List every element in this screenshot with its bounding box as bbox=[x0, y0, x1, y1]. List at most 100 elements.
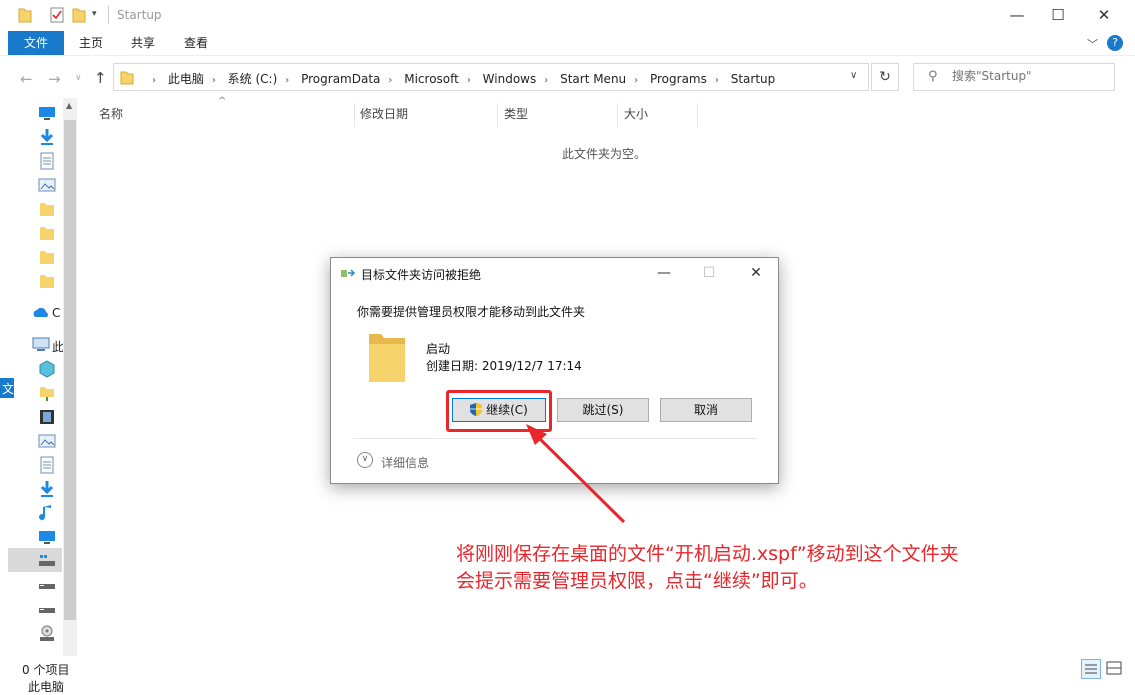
folder-icon[interactable] bbox=[38, 248, 56, 266]
scroll-up-icon[interactable]: ▲ bbox=[66, 101, 72, 110]
folder-icon[interactable] bbox=[38, 224, 56, 242]
address-bar[interactable]: › 此电脑 › 系统 (C:) › ProgramData › Microsoft › … bbox=[113, 63, 869, 91]
network-folder-icon[interactable] bbox=[38, 384, 56, 402]
folder-icon[interactable] bbox=[38, 272, 56, 290]
cancel-button[interactable]: 取消 bbox=[660, 398, 752, 422]
quick-access-dropdown-icon[interactable]: ▾ bbox=[92, 9, 97, 19]
onedrive-label[interactable]: C bbox=[52, 306, 60, 320]
empty-folder-message: 此文件夹为空。 bbox=[562, 147, 647, 161]
divider bbox=[354, 103, 355, 127]
crumb-this-pc[interactable]: 此电脑 bbox=[168, 72, 204, 86]
item-date: 创建日期: 2019/12/7 17:14 bbox=[426, 359, 582, 373]
maximize-button[interactable]: ☐ bbox=[1035, 0, 1081, 31]
back-arrow-icon[interactable]: ← bbox=[20, 70, 33, 88]
desktop-icon[interactable] bbox=[38, 104, 56, 122]
minimize-button[interactable]: — bbox=[994, 0, 1040, 31]
breadcrumb: › 此电脑 › 系统 (C:) › ProgramData › Microsoft › … bbox=[152, 72, 776, 86]
music-icon[interactable] bbox=[38, 504, 56, 522]
scrollbar-thumb[interactable] bbox=[64, 120, 76, 620]
details-view-icon bbox=[1085, 664, 1097, 674]
divider bbox=[353, 438, 757, 439]
expand-details-icon[interactable]: ∨ bbox=[357, 452, 373, 468]
properties-icon[interactable] bbox=[50, 7, 64, 23]
dvd-drive-icon[interactable] bbox=[38, 624, 56, 642]
move-file-icon bbox=[341, 269, 355, 277]
forward-arrow-icon[interactable]: → bbox=[48, 70, 61, 88]
highlight-box bbox=[446, 390, 552, 432]
search-box[interactable]: ⚲ bbox=[913, 63, 1115, 91]
dialog-close-button[interactable]: ✕ bbox=[736, 258, 776, 288]
navigation-pane: C 此 文 bbox=[0, 98, 64, 656]
access-denied-dialog: 目标文件夹访问被拒绝 — ☐ ✕ 你需要提供管理员权限才能移动到此文件夹 启动 … bbox=[330, 257, 779, 484]
item-name: 启动 bbox=[426, 342, 451, 356]
annotation-line-1: 将刚刚保存在桌面的文件“开机启动.xspf”移动到这个文件夹 bbox=[456, 543, 959, 565]
address-dropdown-icon[interactable]: ∨ bbox=[850, 70, 857, 81]
tab-file[interactable]: 文件 bbox=[8, 31, 65, 55]
documents-icon[interactable] bbox=[38, 152, 56, 170]
nav-pane-scrollbar[interactable]: ▲ bbox=[63, 98, 77, 656]
crumb-windows[interactable]: Windows bbox=[483, 72, 537, 86]
column-header-name[interactable]: 名称 bbox=[99, 105, 123, 127]
folder-icon[interactable] bbox=[18, 7, 32, 23]
annotation-line-2: 会提示需要管理员权限，点击“继续”即可。 bbox=[456, 570, 818, 592]
downloads-icon[interactable] bbox=[38, 128, 56, 146]
crumb-microsoft[interactable]: Microsoft bbox=[404, 72, 459, 86]
folder-icon bbox=[120, 71, 134, 85]
divider bbox=[697, 103, 698, 127]
sort-ascending-icon: ^ bbox=[218, 96, 227, 107]
column-header-modified[interactable]: 修改日期 bbox=[360, 105, 408, 127]
dialog-maximize-button: ☐ bbox=[702, 265, 716, 281]
pictures-icon[interactable] bbox=[38, 176, 56, 194]
pictures-icon[interactable] bbox=[38, 432, 56, 450]
close-button[interactable]: ✕ bbox=[1081, 0, 1127, 31]
recent-dropdown-icon[interactable]: ∨ bbox=[75, 73, 82, 83]
title-bar: ▾ Startup — ☐ ✕ bbox=[0, 0, 1135, 31]
help-icon[interactable]: ? bbox=[1107, 35, 1123, 51]
divider bbox=[108, 6, 109, 24]
column-header-size[interactable]: 大小 bbox=[624, 105, 648, 127]
details-toggle[interactable]: 详细信息 bbox=[381, 454, 429, 471]
divider bbox=[617, 103, 618, 127]
desktop-icon[interactable] bbox=[38, 528, 56, 546]
search-input[interactable] bbox=[952, 69, 1102, 83]
downloads-icon[interactable] bbox=[38, 480, 56, 498]
system-drive-icon[interactable] bbox=[38, 552, 56, 570]
search-icon: ⚲ bbox=[928, 69, 938, 84]
status-partial-label: 此电脑 bbox=[28, 680, 65, 694]
folder-icon bbox=[369, 334, 405, 382]
file-tab-partial: 文 bbox=[2, 382, 15, 396]
onedrive-icon[interactable] bbox=[32, 304, 50, 322]
ribbon-tabs: 文件 主页 共享 查看 ﹀ ? bbox=[0, 31, 1135, 56]
tab-share[interactable]: 共享 bbox=[116, 31, 170, 55]
column-header-type[interactable]: 类型 bbox=[504, 105, 528, 127]
dialog-minimize-button[interactable]: — bbox=[644, 258, 684, 288]
window-title: Startup bbox=[117, 8, 162, 22]
crumb-c-drive[interactable]: 系统 (C:) bbox=[228, 72, 278, 86]
videos-icon[interactable] bbox=[38, 408, 56, 426]
status-item-count: 0 个项目 bbox=[22, 663, 70, 677]
divider bbox=[497, 103, 498, 127]
crumb-start-menu[interactable]: Start Menu bbox=[560, 72, 626, 86]
details-view-button[interactable] bbox=[1081, 659, 1101, 679]
documents-icon[interactable] bbox=[38, 456, 56, 474]
crumb-startup[interactable]: Startup bbox=[731, 72, 776, 86]
drive-icon[interactable] bbox=[38, 600, 56, 618]
tab-view[interactable]: 查看 bbox=[169, 31, 223, 55]
dialog-title: 目标文件夹访问被拒绝 bbox=[361, 268, 482, 282]
skip-button[interactable]: 跳过(S) bbox=[557, 398, 649, 422]
folder-icon[interactable] bbox=[38, 200, 56, 218]
large-icons-view-button[interactable] bbox=[1105, 659, 1125, 679]
crumb-programdata[interactable]: ProgramData bbox=[301, 72, 380, 86]
large-icons-view-icon bbox=[1106, 661, 1122, 675]
new-folder-icon[interactable] bbox=[72, 7, 86, 23]
dialog-message: 你需要提供管理员权限才能移动到此文件夹 bbox=[357, 305, 586, 319]
up-arrow-icon[interactable]: ↑ bbox=[94, 69, 107, 87]
refresh-icon[interactable]: ↻ bbox=[871, 63, 899, 91]
tab-home[interactable]: 主页 bbox=[64, 31, 118, 55]
crumb-programs[interactable]: Programs bbox=[650, 72, 707, 86]
ribbon-expand-icon[interactable]: ﹀ bbox=[1087, 36, 1098, 52]
annotation-text: 将刚刚保存在桌面的文件“开机启动.xspf”移动到这个文件夹 会提示需要管理员权… bbox=[456, 541, 959, 595]
drive-icon[interactable] bbox=[38, 576, 56, 594]
this-pc-icon[interactable] bbox=[32, 336, 50, 354]
3d-objects-icon[interactable] bbox=[38, 360, 56, 378]
